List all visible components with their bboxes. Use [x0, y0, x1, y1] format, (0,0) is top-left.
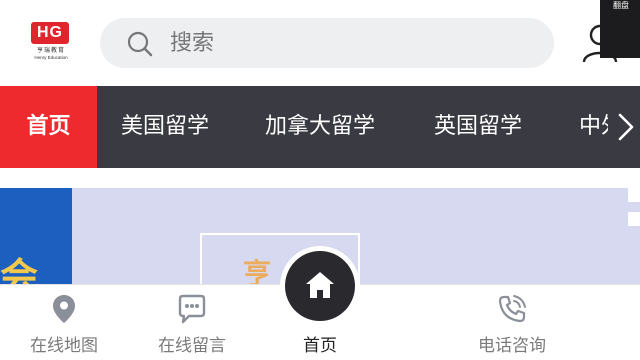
banner-indicator-top [628, 188, 640, 202]
tab-uk-study[interactable]: 英国留学 [434, 86, 522, 168]
tab-home[interactable]: 首页 [0, 86, 97, 168]
home-icon [306, 272, 334, 298]
nav-tabs: 首页 美国留学 加拿大留学 英国留学 中外合 [0, 86, 640, 168]
bottom-tab-map-label: 在线地图 [30, 336, 98, 356]
search-icon [127, 31, 153, 57]
tab-us-study[interactable]: 美国留学 [121, 86, 209, 168]
bottom-tab-message[interactable]: 在线留言 [128, 285, 256, 360]
home-fab[interactable] [280, 246, 360, 326]
chevron-right-icon [618, 113, 634, 141]
logo-chinese-name: 亨瑞教育 [36, 47, 65, 54]
bottom-tab-phone[interactable]: 电话咨询 [448, 285, 576, 360]
header: HG 亨瑞教育 Henry Education 翻盘 [0, 0, 640, 86]
bottom-tab-map[interactable]: 在线地图 [0, 285, 128, 360]
logo-mark: HG [31, 22, 69, 44]
logo-english-name: Henry Education [34, 55, 68, 60]
bottom-tab-message-label: 在线留言 [158, 336, 226, 356]
logo[interactable]: HG 亨瑞教育 Henry Education [28, 22, 74, 64]
banner-left-panel: 会 [0, 188, 72, 298]
floating-badge[interactable]: 翻盘 [600, 0, 640, 58]
nav-more-button[interactable] [608, 86, 640, 168]
banner-indicator-bottom [628, 212, 640, 226]
search-input[interactable] [170, 18, 530, 68]
bottom-tab-phone-label: 电话咨询 [478, 336, 546, 356]
spacer [0, 168, 640, 188]
tab-canada-study[interactable]: 加拿大留学 [265, 86, 375, 168]
search-bar[interactable] [100, 18, 554, 68]
phone-icon [498, 295, 526, 323]
bottom-tab-home-label: 首页 [303, 336, 337, 356]
floating-badge-text: 翻盘 [613, 1, 629, 10]
app-root: HG 亨瑞教育 Henry Education 翻盘 首页 美国留学 加拿大留学… [0, 0, 640, 360]
map-pin-icon [53, 295, 75, 323]
chat-icon [178, 294, 206, 324]
home-fab-inner [285, 251, 355, 321]
